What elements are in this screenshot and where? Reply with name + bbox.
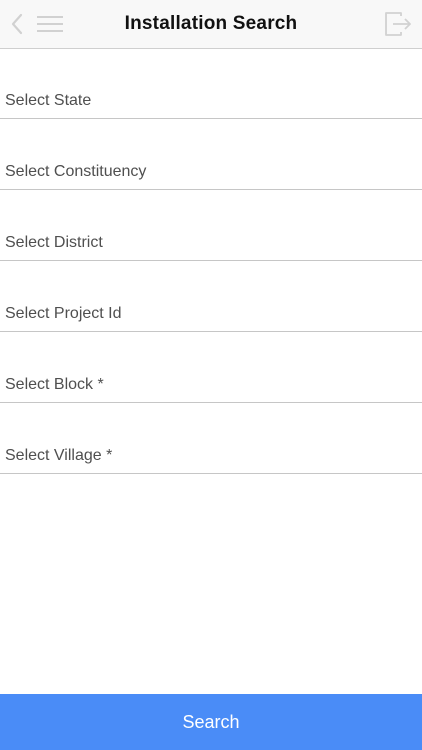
page-title: Installation Search [124,13,298,34]
search-button[interactable]: Search [0,694,422,750]
constituency-select[interactable]: Select Constituency [0,119,422,190]
search-form: Select State Select Constituency Select … [0,49,422,474]
district-select-label: Select District [5,234,103,251]
village-select[interactable]: Select Village * [0,403,422,474]
village-select-label: Select Village * [5,447,113,464]
project-id-select-label: Select Project Id [5,305,122,322]
block-select-label: Select Block * [5,376,104,393]
block-select[interactable]: Select Block * [0,332,422,403]
constituency-select-label: Select Constituency [5,163,147,180]
project-id-select[interactable]: Select Project Id [0,261,422,332]
navigation-bar: Installation Search [0,0,422,49]
logout-icon[interactable] [382,9,414,39]
district-select[interactable]: Select District [0,190,422,261]
state-select[interactable]: Select State [0,49,422,119]
installation-search-screen: Installation Search Select State Select … [0,0,422,750]
state-select-label: Select State [5,92,92,109]
